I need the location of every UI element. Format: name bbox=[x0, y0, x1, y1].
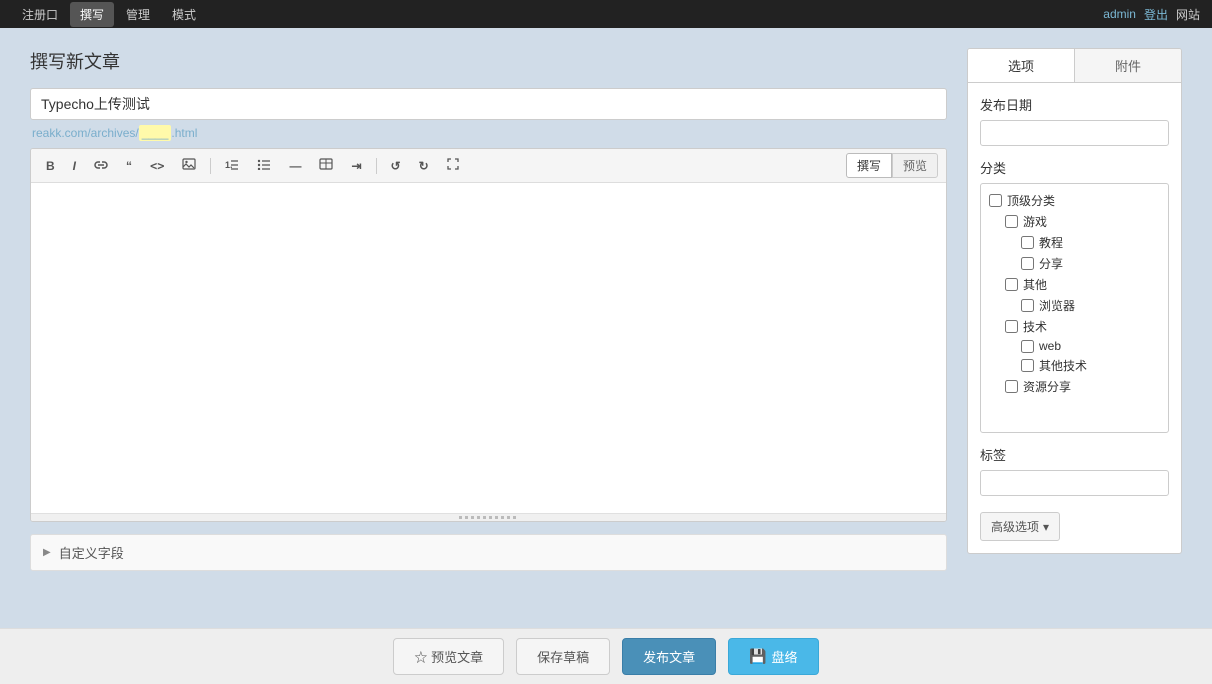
category-checkbox-browser[interactable] bbox=[1021, 299, 1034, 312]
category-scroll[interactable]: 顶级分类 游戏 教程 分享 bbox=[980, 183, 1169, 433]
custom-fields-arrow: ▶ bbox=[43, 547, 51, 558]
category-checkbox-resource[interactable] bbox=[1005, 380, 1018, 393]
mode-preview-btn[interactable]: 预览 bbox=[892, 153, 938, 178]
advanced-options-label: 高级选项 bbox=[991, 518, 1039, 535]
disk-btn[interactable]: 💾 盘络 bbox=[728, 638, 818, 675]
disk-label: 盘络 bbox=[772, 647, 798, 666]
toolbar-hr-btn[interactable]: — bbox=[282, 155, 308, 177]
toolbar-image-btn[interactable] bbox=[175, 154, 203, 177]
category-label-toplevel[interactable]: 顶级分类 bbox=[1007, 192, 1055, 209]
category-label-resource[interactable]: 资源分享 bbox=[1023, 378, 1071, 395]
save-draft-btn[interactable]: 保存草稿 bbox=[516, 638, 610, 675]
left-panel: 撰写新文章 reakk.com/archives/____.html B I “… bbox=[30, 48, 947, 571]
permalink-prefix: reakk.com/archives/ bbox=[32, 126, 139, 140]
category-item-tech: 技术 bbox=[985, 316, 1164, 337]
category-item-games: 游戏 bbox=[985, 211, 1164, 232]
toolbar-ol-btn[interactable]: 1. bbox=[218, 154, 246, 177]
editor-container: B I “ <> 1. — bbox=[30, 148, 947, 522]
tab-attachments[interactable]: 附件 bbox=[1075, 49, 1181, 82]
toolbar-ul-btn[interactable] bbox=[250, 154, 278, 177]
preview-label: 预览文章 bbox=[431, 650, 483, 665]
category-item-other: 其他 bbox=[985, 274, 1164, 295]
category-item-toplevel: 顶级分类 bbox=[985, 190, 1164, 211]
category-section: 分类 顶级分类 游戏 教程 bbox=[980, 158, 1169, 433]
publish-date-input[interactable] bbox=[980, 120, 1169, 146]
toolbar-undo-btn[interactable]: ↺ bbox=[384, 155, 408, 177]
action-bar: ☆ 预览文章 保存草稿 发布文章 💾 盘络 bbox=[0, 628, 1212, 684]
toolbar-link-btn[interactable] bbox=[87, 155, 115, 177]
category-checkbox-other-tech[interactable] bbox=[1021, 359, 1034, 372]
category-item-share: 分享 bbox=[985, 253, 1164, 274]
category-item-web: web bbox=[985, 337, 1164, 355]
category-label-tech[interactable]: 技术 bbox=[1023, 318, 1047, 335]
category-checkbox-tech[interactable] bbox=[1005, 320, 1018, 333]
editor-resize-handle[interactable] bbox=[31, 513, 946, 521]
toolbar-bold-btn[interactable]: B bbox=[39, 155, 62, 177]
right-panel: 选项 附件 发布日期 分类 顶级分类 游戏 bbox=[967, 48, 1182, 554]
category-checkbox-other[interactable] bbox=[1005, 278, 1018, 291]
category-checkbox-share[interactable] bbox=[1021, 257, 1034, 270]
category-item-resource: 资源分享 bbox=[985, 376, 1164, 397]
site-link[interactable]: 网站 bbox=[1176, 6, 1200, 23]
top-navigation: 注册口 撰写 管理 模式 admin 登出 网站 bbox=[0, 0, 1212, 28]
category-checkbox-games[interactable] bbox=[1005, 215, 1018, 228]
publish-btn[interactable]: 发布文章 bbox=[622, 638, 716, 675]
category-label-other-tech[interactable]: 其他技术 bbox=[1039, 357, 1087, 374]
toolbar-separator-1 bbox=[210, 158, 211, 174]
disk-icon: 💾 bbox=[749, 648, 766, 665]
category-checkbox-toplevel[interactable] bbox=[989, 194, 1002, 207]
nav-item-write[interactable]: 撰写 bbox=[70, 2, 114, 27]
page-title: 撰写新文章 bbox=[30, 48, 947, 74]
advanced-options-btn[interactable]: 高级选项 ▾ bbox=[980, 512, 1060, 541]
current-user[interactable]: admin bbox=[1103, 7, 1136, 21]
publish-date-label: 发布日期 bbox=[980, 95, 1169, 114]
tags-label: 标签 bbox=[980, 445, 1169, 464]
main-wrapper: 撰写新文章 reakk.com/archives/____.html B I “… bbox=[0, 28, 1212, 591]
article-title-input[interactable] bbox=[30, 88, 947, 120]
panel-body: 发布日期 分类 顶级分类 游戏 教程 bbox=[967, 83, 1182, 554]
category-label-share[interactable]: 分享 bbox=[1039, 255, 1063, 272]
toolbar-mode-switcher: 撰写 预览 bbox=[846, 153, 938, 178]
toolbar-separator-2 bbox=[376, 158, 377, 174]
permalink-suffix: .html bbox=[171, 126, 197, 140]
nav-item-manage[interactable]: 管理 bbox=[116, 2, 160, 27]
category-label: 分类 bbox=[980, 158, 1169, 177]
preview-article-btn[interactable]: ☆ 预览文章 bbox=[393, 638, 504, 675]
resize-dots-indicator bbox=[459, 516, 519, 519]
category-item-tutorial: 教程 bbox=[985, 232, 1164, 253]
nav-item-register[interactable]: 注册口 bbox=[12, 2, 68, 27]
category-item-other-tech: 其他技术 bbox=[985, 355, 1164, 376]
toolbar-italic-btn[interactable]: I bbox=[66, 155, 83, 177]
tab-options[interactable]: 选项 bbox=[968, 49, 1075, 82]
toolbar-indent-btn[interactable]: ⇥ bbox=[344, 155, 368, 177]
toolbar-table-btn[interactable] bbox=[312, 154, 340, 177]
category-label-tutorial[interactable]: 教程 bbox=[1039, 234, 1063, 251]
nav-item-mode[interactable]: 模式 bbox=[162, 2, 206, 27]
tags-input[interactable] bbox=[980, 470, 1169, 496]
category-label-other[interactable]: 其他 bbox=[1023, 276, 1047, 293]
toolbar-fullscreen-btn[interactable] bbox=[440, 154, 466, 177]
category-item-browser: 浏览器 bbox=[985, 295, 1164, 316]
editor-toolbar: B I “ <> 1. — bbox=[31, 149, 946, 183]
advanced-options-arrow: ▾ bbox=[1043, 520, 1049, 534]
topnav-right: admin 登出 网站 bbox=[1103, 6, 1200, 23]
permalink-bar: reakk.com/archives/____.html bbox=[30, 126, 947, 140]
toolbar-redo-btn[interactable]: ↻ bbox=[412, 155, 436, 177]
preview-icon: ☆ bbox=[414, 650, 427, 665]
category-checkbox-tutorial[interactable] bbox=[1021, 236, 1034, 249]
editor-body[interactable] bbox=[31, 183, 946, 513]
permalink-slug[interactable]: ____ bbox=[139, 125, 172, 141]
category-label-games[interactable]: 游戏 bbox=[1023, 213, 1047, 230]
mode-write-btn[interactable]: 撰写 bbox=[846, 153, 892, 178]
category-label-browser[interactable]: 浏览器 bbox=[1039, 297, 1075, 314]
toolbar-quote-btn[interactable]: “ bbox=[119, 155, 139, 177]
category-checkbox-web[interactable] bbox=[1021, 340, 1034, 353]
custom-fields-label: 自定义字段 bbox=[59, 543, 124, 562]
custom-fields-section[interactable]: ▶ 自定义字段 bbox=[30, 534, 947, 571]
toolbar-code-btn[interactable]: <> bbox=[143, 155, 171, 177]
logout-link[interactable]: 登出 bbox=[1144, 6, 1168, 23]
category-label-web[interactable]: web bbox=[1039, 339, 1061, 353]
panel-tabs: 选项 附件 bbox=[967, 48, 1182, 83]
